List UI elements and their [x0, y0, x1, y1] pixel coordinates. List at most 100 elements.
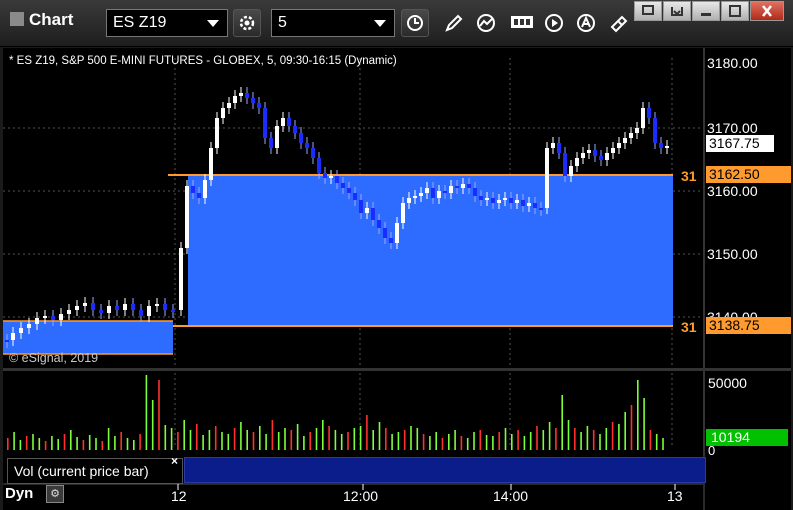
candle-body — [515, 200, 519, 203]
chart-header: * ES Z19, S&P 500 E-MINI FUTURES - GLOBE… — [9, 55, 397, 67]
get-button[interactable] — [506, 9, 534, 37]
play-icon — [545, 14, 563, 32]
candle-body — [533, 203, 537, 208]
volume-bar — [7, 438, 9, 450]
title-bar: Chart ES Z19 5 — [0, 0, 793, 47]
volume-bar — [290, 430, 293, 450]
volume-study-bar[interactable] — [184, 457, 706, 483]
pane-separator[interactable] — [3, 368, 791, 371]
candle-body — [377, 220, 381, 228]
volume-bar — [277, 432, 280, 450]
volume-bar — [82, 440, 85, 450]
candle-body — [479, 196, 483, 200]
candle-body — [605, 153, 609, 160]
volume-bar — [76, 437, 78, 450]
close-button[interactable] — [750, 1, 784, 21]
price-tick: 3150.00 — [707, 246, 758, 262]
close-study-icon[interactable]: × — [171, 454, 178, 468]
chart-area[interactable]: 3180.00 3170.00 3160.00 3150.00 3140.00 … — [3, 48, 791, 510]
candle-body — [99, 310, 103, 313]
candle-body — [587, 150, 591, 153]
candle-body — [593, 150, 597, 156]
candle-body — [179, 248, 183, 310]
price-tick: 3170.00 — [707, 120, 758, 136]
candle-body — [353, 193, 357, 200]
volume-bar — [618, 424, 620, 450]
restore-icon — [671, 7, 683, 16]
maximize-button[interactable] — [721, 1, 749, 21]
interval-dropdown[interactable]: 5 — [271, 9, 395, 37]
volume-bar — [120, 432, 122, 450]
volume-study-label[interactable]: Vol (current price bar) — [7, 458, 183, 484]
candle-body — [75, 306, 79, 310]
candle-body — [209, 148, 213, 180]
candle-body — [473, 188, 477, 196]
time-label: 14:00 — [493, 488, 529, 504]
settings-button[interactable] — [233, 9, 261, 37]
volume-bar — [536, 426, 538, 450]
interval-value: 5 — [278, 14, 287, 31]
study-button[interactable] — [472, 9, 500, 37]
last-price-label: 3167.75 — [709, 135, 760, 151]
volume-bar — [252, 432, 255, 450]
level-high-label: 3162.50 — [709, 166, 760, 182]
candle-body — [359, 200, 363, 213]
volume-bar — [196, 424, 198, 450]
candle-body — [623, 138, 627, 143]
volume-bar — [542, 430, 545, 450]
volume-bar — [422, 434, 425, 450]
candle-body — [147, 306, 151, 316]
close-icon — [762, 5, 772, 17]
price-chart[interactable]: 3180.00 3170.00 3160.00 3150.00 3140.00 … — [3, 48, 791, 510]
candle-body — [365, 208, 369, 213]
volume-bar — [183, 420, 185, 450]
dyn-label[interactable]: Dyn — [5, 485, 33, 502]
time-button[interactable] — [401, 9, 429, 37]
volume-bar — [13, 432, 15, 450]
volume-bar — [586, 426, 589, 450]
candle-body — [107, 306, 111, 313]
candle-body — [293, 126, 297, 133]
candle-body — [419, 193, 423, 196]
draw-button[interactable] — [440, 9, 468, 37]
symbol-dropdown[interactable]: ES Z19 — [106, 9, 228, 37]
volume-bar — [511, 434, 513, 450]
volume-bar — [416, 428, 419, 450]
lock-icon[interactable]: ⚙ — [46, 485, 64, 503]
candle-body — [563, 153, 567, 176]
volume-bar — [170, 428, 173, 450]
candle-body — [521, 200, 525, 206]
pin-button[interactable] — [634, 1, 662, 21]
volume-bar — [101, 441, 104, 450]
volume-bar — [340, 434, 343, 450]
volume-bar — [139, 434, 141, 450]
candle-body — [311, 148, 315, 158]
volume-bar — [649, 430, 652, 450]
candle-body — [299, 133, 303, 143]
candle-body — [5, 340, 9, 342]
candle-body — [91, 303, 95, 310]
volume-bar — [498, 432, 500, 450]
volume-bar — [221, 432, 223, 450]
volume-bar — [202, 435, 204, 450]
pin-icon — [642, 5, 654, 15]
candle-body — [647, 108, 651, 118]
link-button[interactable] — [604, 9, 632, 37]
volume-bar — [605, 428, 608, 450]
candle-body — [239, 93, 243, 96]
candle-body — [551, 143, 555, 148]
candle-body — [329, 176, 333, 178]
candle-body — [203, 180, 207, 198]
alert-button[interactable] — [572, 9, 600, 37]
play-button[interactable] — [540, 9, 568, 37]
volume-bar — [63, 434, 66, 450]
volume-bar — [448, 434, 450, 450]
restore-button[interactable] — [663, 1, 691, 21]
minimize-button[interactable] — [692, 1, 720, 21]
volume-axis-top: 50000 — [708, 375, 747, 391]
volume-bar — [630, 405, 633, 450]
candle-body — [497, 200, 501, 203]
level-low-label: 3138.75 — [709, 317, 760, 333]
volume-bar — [151, 400, 154, 450]
volume-bar — [265, 434, 267, 450]
